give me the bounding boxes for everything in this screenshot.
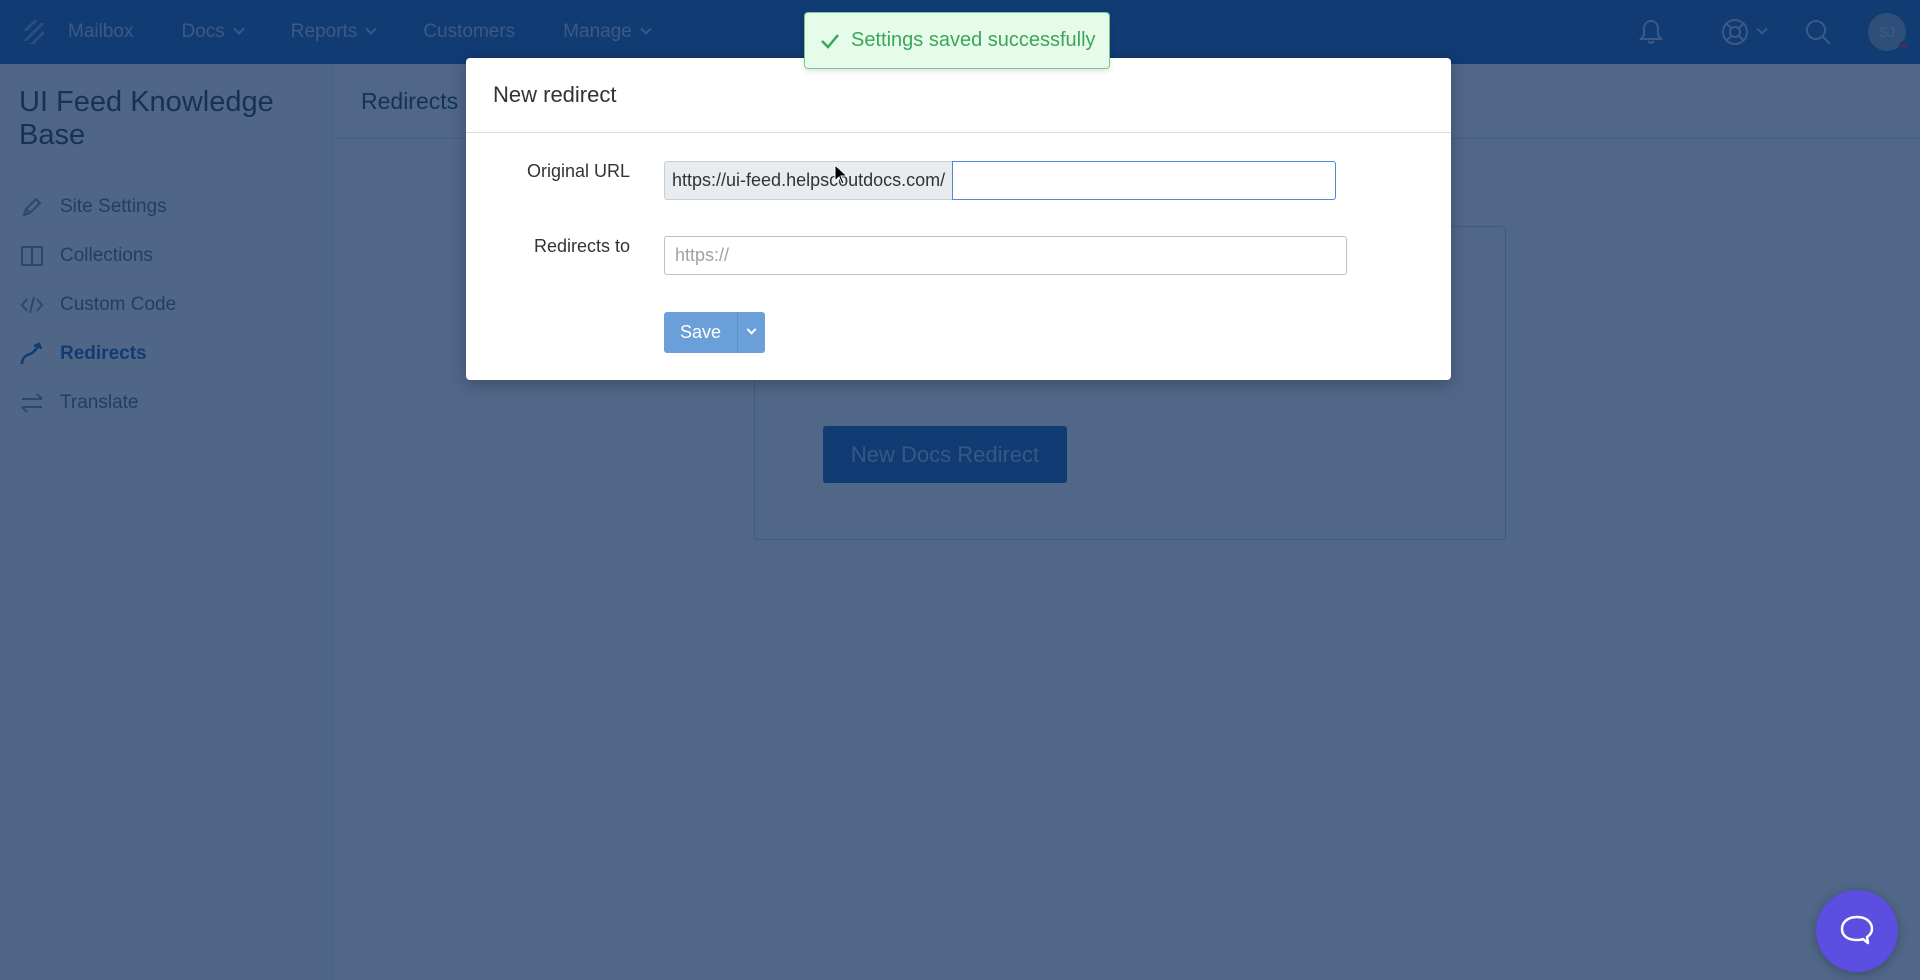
original-url-input[interactable] xyxy=(952,161,1337,200)
toast-message: Settings saved successfully xyxy=(851,29,1096,51)
chat-bubble-icon xyxy=(1840,915,1874,945)
original-url-input-group: https://ui-feed.helpscoutdocs.com/ xyxy=(664,161,1337,200)
mouse-cursor-icon xyxy=(834,164,848,185)
redirects-to-row: Redirects to xyxy=(466,236,630,257)
new-redirect-modal: New redirect Original URL https://ui-fee… xyxy=(466,58,1451,380)
save-options-dropdown[interactable] xyxy=(737,312,766,353)
redirects-to-input-group xyxy=(664,236,1347,275)
modal-title: New redirect xyxy=(493,82,617,107)
original-url-row: Original URL xyxy=(466,161,630,182)
redirects-to-label: Redirects to xyxy=(533,236,630,256)
chevron-down-icon xyxy=(746,324,757,335)
checkmark-icon xyxy=(819,30,841,52)
url-prefix-addon: https://ui-feed.helpscoutdocs.com/ xyxy=(664,161,953,200)
success-toast: Settings saved successfully xyxy=(804,12,1110,69)
save-button[interactable]: Save xyxy=(664,312,738,353)
original-url-label: Original URL xyxy=(526,161,630,181)
redirects-to-input[interactable] xyxy=(664,236,1347,275)
chat-launcher-button[interactable] xyxy=(1816,890,1898,972)
modal-header: New redirect xyxy=(466,58,1451,133)
save-split-button: Save xyxy=(664,312,766,353)
